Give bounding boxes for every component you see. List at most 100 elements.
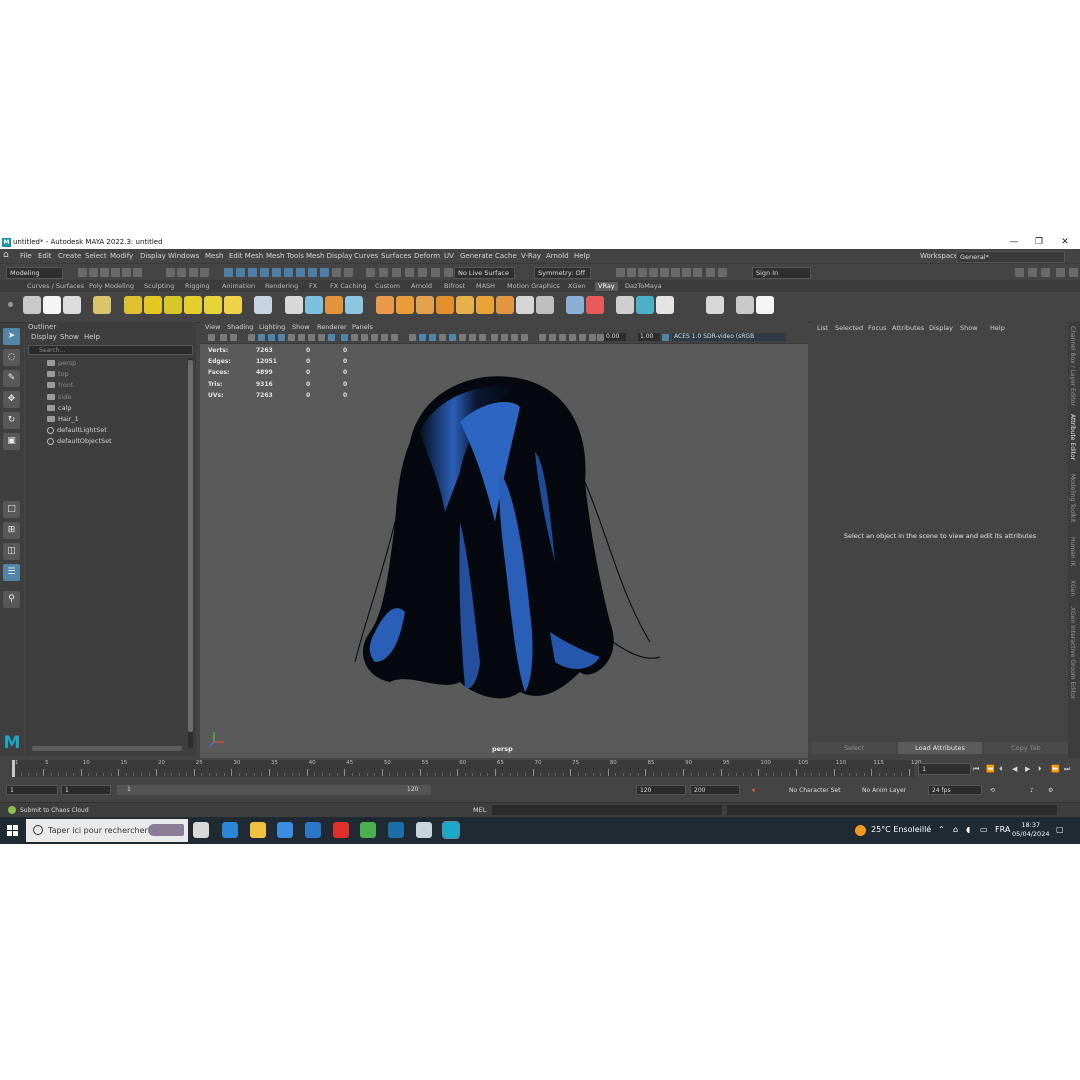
status-tool-icon[interactable]: [200, 268, 209, 277]
script-language-toggle[interactable]: MEL: [473, 806, 486, 815]
outliner-item[interactable]: Hair_1: [47, 414, 79, 424]
viewport-tool-icon[interactable]: [288, 334, 295, 341]
shelf-tab-rigging[interactable]: Rigging: [185, 282, 210, 291]
shelf-tool-icon[interactable]: [43, 296, 61, 314]
viewport-tool-icon[interactable]: [569, 334, 576, 341]
shelf-tool-icon[interactable]: [636, 296, 654, 314]
status-tool-icon[interactable]: [638, 268, 647, 277]
scale-tool-icon[interactable]: ▣: [3, 433, 20, 450]
viewport-tool-icon[interactable]: [298, 334, 305, 341]
viewport-tool-icon[interactable]: [230, 334, 237, 341]
shelf-tool-icon[interactable]: [566, 296, 584, 314]
step-back-key-icon[interactable]: ⏪: [986, 765, 995, 774]
outliner-item[interactable]: top: [47, 369, 69, 379]
language-indicator[interactable]: FRA: [995, 824, 1010, 836]
shelf-tab-animation[interactable]: Animation: [222, 282, 255, 291]
color-space-dropdown[interactable]: ACES 1.0 SDR-video (sRGB: [672, 333, 786, 341]
playback-start-field[interactable]: 1: [61, 785, 111, 795]
status-tool-icon[interactable]: [706, 268, 715, 277]
opera-icon[interactable]: [333, 822, 349, 838]
lasso-tool-icon[interactable]: ◌: [3, 349, 20, 366]
status-tool-icon[interactable]: [236, 268, 245, 277]
shelf-tab-fx-caching[interactable]: FX Caching: [330, 282, 367, 291]
viewport-tool-icon[interactable]: [268, 334, 275, 341]
live-surface-field[interactable]: No Live Surface: [454, 267, 515, 279]
shelf-tab-poly-modeling[interactable]: Poly Modeling: [89, 282, 134, 291]
play-forwards-icon[interactable]: ▶: [1025, 765, 1030, 774]
task-view-icon[interactable]: [193, 822, 209, 838]
status-tool-icon[interactable]: [248, 268, 257, 277]
system-clock[interactable]: 18:37 05/04/2024: [1012, 821, 1049, 839]
outliner-item[interactable]: persp: [47, 358, 76, 368]
status-tool-icon[interactable]: [320, 268, 329, 277]
outliner-item[interactable]: side: [47, 392, 71, 402]
shelf-tool-icon[interactable]: [224, 296, 242, 314]
menu-file[interactable]: File: [20, 252, 32, 261]
status-tool-icon[interactable]: [100, 268, 109, 277]
menu-uv[interactable]: UV: [444, 252, 454, 261]
shelf-tab-motion-graphics[interactable]: Motion Graphics: [507, 282, 560, 291]
layout-toggle-icon[interactable]: [1028, 268, 1037, 277]
go-to-end-icon[interactable]: ⏭: [1064, 765, 1070, 774]
load-attributes-button[interactable]: Load Attributes: [898, 742, 982, 754]
viewport-tool-icon[interactable]: [341, 334, 348, 341]
two-view-layout-icon[interactable]: ◫: [3, 543, 20, 560]
status-tool-icon[interactable]: [177, 268, 186, 277]
shelf-tool-icon[interactable]: [736, 296, 754, 314]
viewport-tool-icon[interactable]: [479, 334, 486, 341]
menu-modify[interactable]: Modify: [110, 252, 133, 261]
shelf-tab-curves-surfaces[interactable]: Curves / Surfaces: [27, 282, 84, 291]
status-tool-icon[interactable]: [718, 268, 727, 277]
shelf-tab-xgen[interactable]: XGen: [568, 282, 586, 291]
menu-arnold[interactable]: Arnold: [546, 252, 569, 261]
menu-edit[interactable]: Edit: [38, 252, 52, 261]
status-tool-icon[interactable]: [418, 268, 427, 277]
attr-menu-selected[interactable]: Selected: [835, 324, 863, 333]
side-tab-attribute-editor[interactable]: Attribute Editor: [1069, 414, 1076, 460]
menu-mesh-display[interactable]: Mesh Display: [306, 252, 352, 261]
viewport-tool-icon[interactable]: [491, 334, 498, 341]
playback-end-field[interactable]: 120: [636, 785, 686, 795]
time-slider-track[interactable]: 1 5 10 15 20 25 30 35 40 45 50 55 60 65 70 75 80 85 90 95 10…: [12, 760, 922, 777]
outliner-item[interactable]: calp: [47, 403, 72, 413]
workspace-dropdown[interactable]: General*: [956, 251, 1065, 263]
shelf-tool-icon[interactable]: [376, 296, 394, 314]
shelf-tool-icon[interactable]: [456, 296, 474, 314]
edge-icon[interactable]: [222, 822, 238, 838]
weather-text[interactable]: 25°C Ensoleillé: [871, 824, 931, 836]
shelf-tool-icon[interactable]: [63, 296, 81, 314]
restore-button[interactable]: ❐: [1033, 237, 1045, 248]
shelf-tool-icon[interactable]: [616, 296, 634, 314]
shelf-tool-icon[interactable]: [164, 296, 182, 314]
side-tab-xgen[interactable]: XGen: [1069, 580, 1076, 596]
status-tool-icon[interactable]: [111, 268, 120, 277]
status-tool-icon[interactable]: [444, 268, 453, 277]
viewport-tool-icon[interactable]: [597, 334, 604, 341]
viewport-tool-icon[interactable]: [429, 334, 436, 341]
viewport-menu-show[interactable]: Show: [292, 323, 310, 332]
outliner-menu-display[interactable]: Display: [31, 333, 57, 342]
four-view-layout-icon[interactable]: ⊞: [3, 522, 20, 539]
menu-create[interactable]: Create: [58, 252, 81, 261]
mode-dropdown[interactable]: Modeling: [6, 267, 63, 279]
shelf-tool-icon[interactable]: [656, 296, 674, 314]
step-back-frame-icon[interactable]: ⏴: [999, 765, 1003, 774]
home-icon[interactable]: ⌂: [3, 251, 12, 260]
viewport-tool-icon[interactable]: [589, 334, 596, 341]
notifications-icon[interactable]: ▢: [1056, 824, 1064, 836]
outliner-search-input[interactable]: Search...: [28, 345, 193, 355]
layout-toggle-icon[interactable]: [1015, 268, 1024, 277]
viewport-tool-icon[interactable]: [521, 334, 528, 341]
loop-icon[interactable]: ⟲: [990, 787, 995, 795]
outliner-horizontal-scrollbar[interactable]: [32, 746, 182, 751]
shelf-tab-fx[interactable]: FX: [309, 282, 317, 291]
viewport-tool-icon[interactable]: [419, 334, 426, 341]
layout-toggle-icon[interactable]: [1069, 268, 1078, 277]
outliner-vertical-scrollbar[interactable]: [188, 358, 193, 748]
shelf-tool-icon[interactable]: [706, 296, 724, 314]
shelf-tool-icon[interactable]: [204, 296, 222, 314]
end-time-field[interactable]: 200: [690, 785, 740, 795]
auto-key-icon[interactable]: ⏺: [752, 787, 755, 795]
status-tool-icon[interactable]: [284, 268, 293, 277]
viewport-tool-icon[interactable]: [549, 334, 556, 341]
